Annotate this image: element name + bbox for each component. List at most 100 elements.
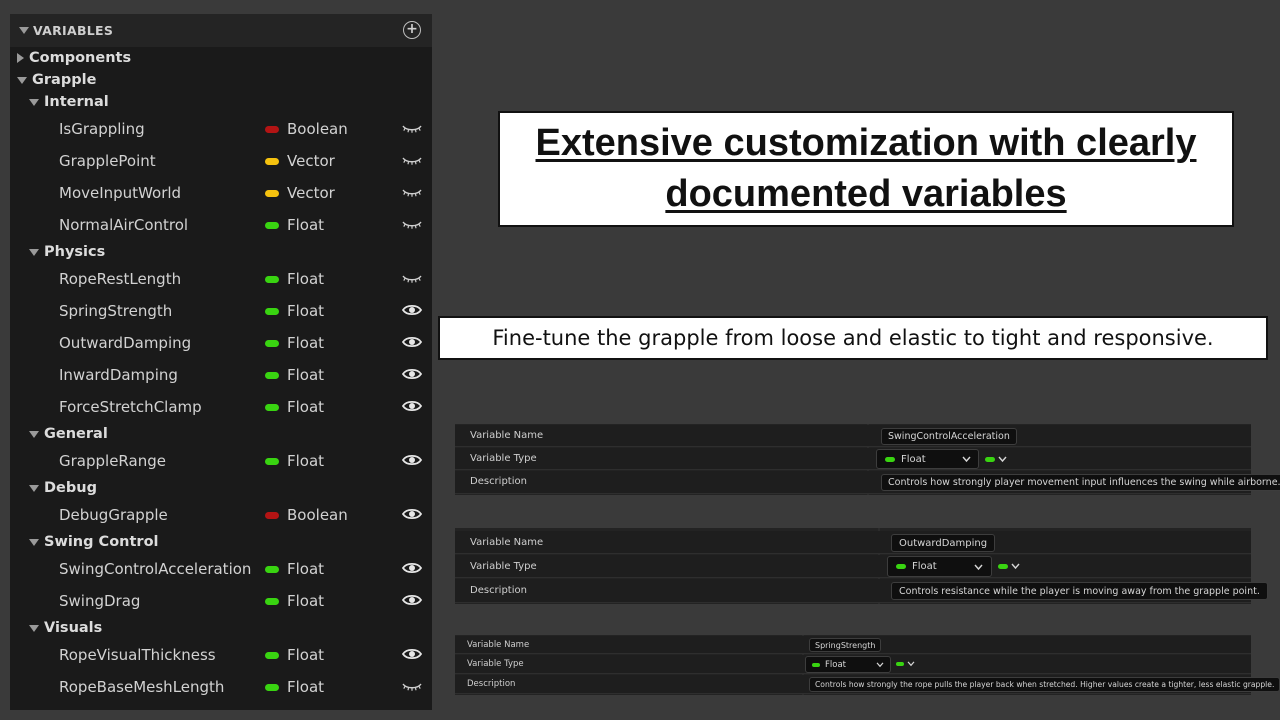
label-variable-type: Variable Type bbox=[467, 659, 524, 669]
category-label: Debug bbox=[44, 480, 97, 496]
type-pill-icon bbox=[265, 276, 279, 283]
expand-arrow-down-icon[interactable] bbox=[29, 538, 39, 546]
category-components[interactable]: Components bbox=[10, 47, 432, 69]
expand-arrow-down-icon[interactable] bbox=[29, 98, 39, 106]
container-type-dropdown[interactable] bbox=[998, 563, 1020, 570]
variable-row[interactable]: GrapplePoint Vector bbox=[10, 148, 432, 174]
row-variable-type: Variable Type Float bbox=[455, 655, 1251, 674]
eye-open-icon[interactable] bbox=[401, 646, 423, 662]
collapse-arrow-icon[interactable] bbox=[19, 27, 29, 34]
eye-closed-icon[interactable] bbox=[402, 184, 422, 200]
variable-row[interactable]: GrappleRange Float bbox=[10, 448, 432, 474]
variable-type: Float bbox=[287, 560, 325, 578]
variable-name-field[interactable]: SpringStrength bbox=[809, 638, 882, 652]
eye-closed-icon[interactable] bbox=[402, 152, 422, 168]
label-variable-type: Variable Type bbox=[470, 453, 537, 464]
type-pill-icon bbox=[265, 190, 279, 197]
category-internal[interactable]: Internal bbox=[10, 91, 432, 113]
type-pill-icon bbox=[265, 222, 279, 229]
variable-type: Float bbox=[287, 592, 325, 610]
variable-row[interactable]: NormalAirControl Float bbox=[10, 212, 432, 238]
variable-row[interactable]: OutwardDamping Float bbox=[10, 330, 432, 356]
variable-row[interactable]: SpringStrength Float bbox=[10, 298, 432, 324]
variable-type-dropdown[interactable]: Float bbox=[805, 656, 891, 673]
description-field[interactable]: Controls how strongly player movement in… bbox=[881, 474, 1280, 491]
variable-type: Float bbox=[287, 452, 325, 470]
eye-open-icon[interactable] bbox=[401, 302, 423, 318]
description-field[interactable]: Controls how strongly the rope pulls the… bbox=[809, 677, 1280, 692]
type-pill-icon bbox=[265, 126, 279, 133]
variable-type-dropdown[interactable]: Float bbox=[876, 449, 979, 469]
row-description: Description Controls resistance while th… bbox=[455, 579, 1268, 603]
expand-arrow-right-icon[interactable] bbox=[17, 53, 24, 63]
eye-open-icon[interactable] bbox=[401, 398, 423, 414]
variable-name: SwingDrag bbox=[59, 592, 141, 610]
variable-row[interactable]: MoveInputWorld Vector bbox=[10, 180, 432, 206]
variable-name-field[interactable]: OutwardDamping bbox=[891, 534, 996, 552]
expand-arrow-down-icon[interactable] bbox=[29, 430, 39, 438]
container-type-dropdown[interactable] bbox=[985, 456, 1007, 463]
eye-closed-icon[interactable] bbox=[402, 678, 422, 694]
type-pill-icon bbox=[265, 652, 279, 659]
eye-closed-icon[interactable] bbox=[402, 270, 422, 286]
eye-open-icon[interactable] bbox=[401, 506, 423, 522]
category-visuals[interactable]: Visuals bbox=[10, 617, 432, 639]
expand-arrow-down-icon[interactable] bbox=[29, 624, 39, 632]
variable-type: Boolean bbox=[287, 506, 348, 524]
container-type-dropdown[interactable] bbox=[896, 661, 915, 667]
expand-arrow-down-icon[interactable] bbox=[29, 484, 39, 492]
category-debug[interactable]: Debug bbox=[10, 477, 432, 499]
chevron-down-icon bbox=[998, 456, 1007, 463]
details-card-2: Variable Name OutwardDamping Variable Ty… bbox=[455, 528, 1268, 604]
eye-open-icon[interactable] bbox=[401, 592, 423, 608]
variable-row[interactable]: ForceStretchClamp Float bbox=[10, 394, 432, 420]
category-label: Physics bbox=[44, 244, 106, 260]
description-field[interactable]: Controls resistance while the player is … bbox=[891, 582, 1268, 600]
eye-open-icon[interactable] bbox=[401, 366, 423, 382]
variable-row[interactable]: InwardDamping Float bbox=[10, 362, 432, 388]
variable-row[interactable]: RopeVisualThickness Float bbox=[10, 642, 432, 668]
variable-name: GrappleRange bbox=[59, 452, 166, 470]
variable-type: Vector bbox=[287, 152, 335, 170]
category-label: General bbox=[44, 426, 108, 442]
variables-panel: VARIABLES + Components Grapple Internal IsG… bbox=[10, 14, 432, 710]
variable-type: Float bbox=[287, 270, 325, 288]
headline-line-2: documented variables bbox=[665, 173, 1067, 215]
variable-name: DebugGrapple bbox=[59, 506, 168, 524]
variable-name-field[interactable]: SwingControlAcceleration bbox=[881, 428, 1017, 445]
type-pill-icon bbox=[265, 598, 279, 605]
category-physics[interactable]: Physics bbox=[10, 241, 432, 263]
variable-type: Boolean bbox=[287, 120, 348, 138]
add-variable-button[interactable]: + bbox=[403, 21, 421, 39]
variable-type-value: Float bbox=[912, 561, 937, 572]
category-general[interactable]: General bbox=[10, 423, 432, 445]
label-variable-name: Variable Name bbox=[470, 430, 544, 441]
variable-row[interactable]: RopeBaseMeshLength Float bbox=[10, 674, 432, 700]
variable-row[interactable]: DebugGrapple Boolean bbox=[10, 502, 432, 528]
category-swing-control[interactable]: Swing Control bbox=[10, 531, 432, 553]
variable-row[interactable]: RopeRestLength Float bbox=[10, 266, 432, 292]
variable-name: RopeRestLength bbox=[59, 270, 182, 288]
chevron-down-icon bbox=[974, 564, 983, 571]
eye-open-icon[interactable] bbox=[401, 452, 423, 468]
eye-closed-icon[interactable] bbox=[402, 120, 422, 136]
subtitle-box: Fine-tune the grapple from loose and ela… bbox=[438, 316, 1268, 360]
label-description: Description bbox=[467, 679, 516, 689]
eye-open-icon[interactable] bbox=[401, 334, 423, 350]
eye-open-icon[interactable] bbox=[401, 560, 423, 576]
variables-header[interactable]: VARIABLES + bbox=[10, 14, 432, 47]
expand-arrow-down-icon[interactable] bbox=[29, 248, 39, 256]
row-variable-type: Variable Type Float bbox=[455, 448, 1251, 470]
category-wrapper: Visuals bbox=[29, 620, 102, 636]
details-card-1: Variable Name SwingControlAcceleration V… bbox=[455, 424, 1280, 495]
category-grapple[interactable]: Grapple bbox=[10, 69, 432, 91]
variable-row[interactable]: SwingControlAcceleration Float bbox=[10, 556, 432, 582]
variable-row[interactable]: SwingDrag Float bbox=[10, 588, 432, 614]
variable-type-dropdown[interactable]: Float bbox=[887, 556, 992, 577]
variables-title: VARIABLES bbox=[33, 23, 114, 38]
eye-closed-icon[interactable] bbox=[402, 216, 422, 232]
row-variable-type: Variable Type Float bbox=[455, 555, 1251, 578]
variable-row[interactable]: IsGrappling Boolean bbox=[10, 116, 432, 142]
expand-arrow-down-icon[interactable] bbox=[17, 76, 27, 84]
category-wrapper: Physics bbox=[29, 244, 105, 260]
